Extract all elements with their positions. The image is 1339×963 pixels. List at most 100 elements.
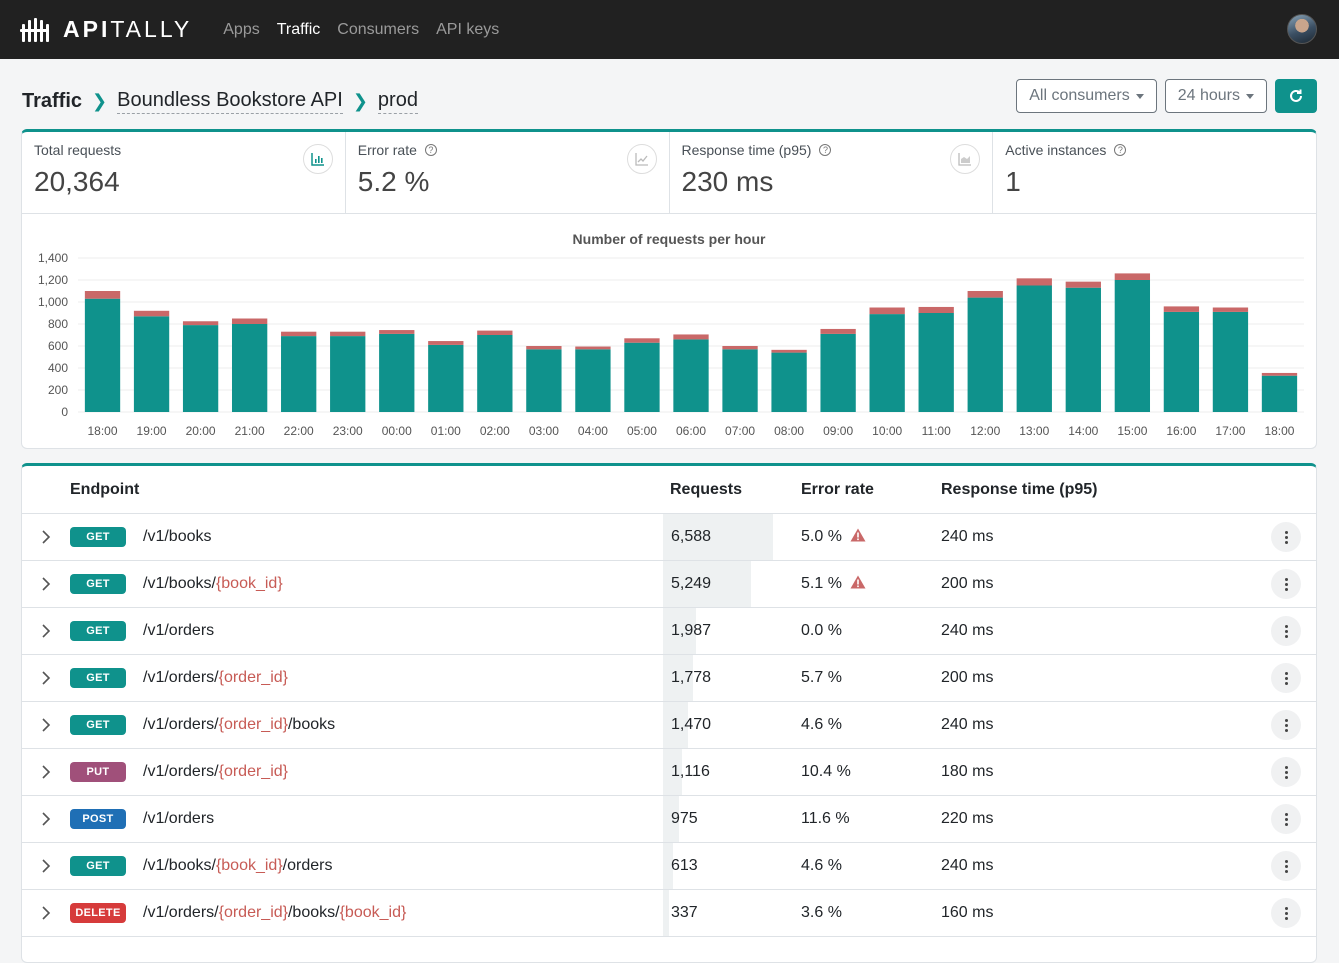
more-options-icon[interactable] bbox=[1271, 804, 1301, 834]
bar-failed[interactable] bbox=[477, 330, 513, 335]
bar-failed[interactable] bbox=[722, 346, 758, 350]
table-row[interactable]: GET/v1/books 6,588 5.0 % 240 ms bbox=[22, 514, 1316, 561]
bar-failed[interactable] bbox=[1163, 306, 1200, 312]
more-options-icon[interactable] bbox=[1271, 710, 1301, 740]
bar-failed[interactable] bbox=[820, 328, 856, 334]
expand-chevron[interactable] bbox=[22, 765, 70, 779]
more-options-icon[interactable] bbox=[1271, 522, 1301, 552]
refresh-button[interactable] bbox=[1275, 79, 1317, 113]
table-row[interactable]: DELETE/v1/orders/{order_id}/books/{book_… bbox=[22, 890, 1316, 937]
bar-successful[interactable] bbox=[1261, 375, 1298, 412]
expand-chevron[interactable] bbox=[22, 671, 70, 685]
help-icon[interactable]: ? bbox=[819, 144, 832, 156]
more-options-icon[interactable] bbox=[1271, 569, 1301, 599]
bar-failed[interactable] bbox=[673, 334, 709, 340]
header-requests[interactable]: Requests bbox=[663, 466, 801, 513]
apitally-logo[interactable]: APITALLY bbox=[20, 16, 192, 43]
bar-successful[interactable] bbox=[526, 349, 562, 412]
endpoint-path[interactable]: /v1/books/{book_id} bbox=[143, 575, 283, 593]
expand-chevron[interactable] bbox=[22, 577, 70, 591]
endpoint-path[interactable]: /v1/books bbox=[143, 528, 211, 546]
header-error-rate[interactable]: Error rate bbox=[801, 481, 941, 499]
consumers-dropdown[interactable]: All consumers bbox=[1016, 79, 1157, 113]
help-icon[interactable]: ? bbox=[424, 144, 437, 156]
bar-failed[interactable] bbox=[771, 349, 807, 353]
more-options-icon[interactable] bbox=[1271, 757, 1301, 787]
bar-successful[interactable] bbox=[428, 344, 464, 412]
bar-successful[interactable] bbox=[575, 349, 611, 412]
endpoint-path[interactable]: /v1/orders/{order_id} bbox=[143, 669, 288, 687]
more-options-icon[interactable] bbox=[1271, 663, 1301, 693]
table-row[interactable]: PUT/v1/orders/{order_id} 1,116 10.4 % 180 m… bbox=[22, 749, 1316, 796]
user-avatar[interactable] bbox=[1287, 14, 1317, 44]
expand-chevron[interactable] bbox=[22, 812, 70, 826]
bar-failed[interactable] bbox=[84, 291, 121, 299]
bar-successful[interactable] bbox=[84, 298, 121, 412]
more-options-icon[interactable] bbox=[1271, 851, 1301, 881]
bar-successful[interactable] bbox=[330, 336, 366, 412]
bar-successful[interactable] bbox=[281, 336, 317, 412]
bar-failed[interactable] bbox=[526, 346, 562, 350]
bar-failed[interactable] bbox=[182, 321, 219, 326]
bar-successful[interactable] bbox=[771, 352, 807, 412]
endpoint-path[interactable]: /v1/orders/{order_id}/books bbox=[143, 716, 335, 734]
endpoint-path[interactable]: /v1/orders bbox=[143, 622, 214, 640]
bar-successful[interactable] bbox=[379, 333, 415, 412]
bar-failed[interactable] bbox=[624, 338, 660, 343]
nav-traffic[interactable]: Traffic bbox=[277, 21, 321, 39]
bar-successful[interactable] bbox=[1114, 280, 1151, 412]
bar-failed[interactable] bbox=[1016, 278, 1052, 286]
bar-failed[interactable] bbox=[281, 331, 317, 337]
endpoint-path[interactable]: /v1/orders/{order_id} bbox=[143, 763, 288, 781]
bar-failed[interactable] bbox=[379, 330, 415, 334]
bar-failed[interactable] bbox=[231, 318, 268, 325]
expand-chevron[interactable] bbox=[22, 906, 70, 920]
bar-successful[interactable] bbox=[967, 297, 1003, 412]
bar-failed[interactable] bbox=[133, 310, 170, 317]
bar-successful[interactable] bbox=[673, 339, 709, 412]
nav-consumers[interactable]: Consumers bbox=[337, 21, 419, 39]
bar-failed[interactable] bbox=[918, 306, 954, 313]
bar-successful[interactable] bbox=[624, 342, 660, 412]
table-row[interactable]: GET/v1/books/{book_id}/orders 613 4.6 % 240… bbox=[22, 843, 1316, 890]
expand-chevron[interactable] bbox=[22, 859, 70, 873]
bar-failed[interactable] bbox=[575, 346, 611, 350]
bar-successful[interactable] bbox=[722, 349, 758, 412]
bar-successful[interactable] bbox=[820, 333, 856, 412]
bar-failed[interactable] bbox=[330, 331, 366, 337]
expand-chevron[interactable] bbox=[22, 530, 70, 544]
bar-successful[interactable] bbox=[1065, 287, 1101, 412]
bar-successful[interactable] bbox=[918, 313, 954, 412]
endpoint-path[interactable]: /v1/books/{book_id}/orders bbox=[143, 857, 332, 875]
bar-successful[interactable] bbox=[1212, 311, 1249, 412]
header-endpoint[interactable]: Endpoint bbox=[70, 481, 663, 499]
breadcrumb-env[interactable]: prod bbox=[377, 89, 418, 114]
help-icon[interactable]: ? bbox=[1114, 144, 1127, 156]
bar-successful[interactable] bbox=[477, 335, 513, 412]
bar-failed[interactable] bbox=[967, 291, 1003, 298]
nav-api-keys[interactable]: API keys bbox=[436, 21, 499, 39]
bar-failed[interactable] bbox=[428, 341, 464, 345]
table-row[interactable]: GET/v1/orders/{order_id} 1,778 5.7 % 200 ms bbox=[22, 655, 1316, 702]
more-options-icon[interactable] bbox=[1271, 898, 1301, 928]
bar-failed[interactable] bbox=[1261, 372, 1298, 376]
endpoint-path[interactable]: /v1/orders bbox=[143, 810, 214, 828]
bar-failed[interactable] bbox=[869, 307, 905, 315]
bar-successful[interactable] bbox=[133, 316, 170, 412]
nav-apps[interactable]: Apps bbox=[223, 21, 259, 39]
table-row[interactable]: GET/v1/books/{book_id} 5,249 5.1 % 200 ms bbox=[22, 561, 1316, 608]
table-row[interactable]: GET/v1/orders 1,987 0.0 % 240 ms bbox=[22, 608, 1316, 655]
bar-successful[interactable] bbox=[182, 325, 219, 412]
bar-failed[interactable] bbox=[1065, 281, 1101, 288]
breadcrumb-app[interactable]: Boundless Bookstore API bbox=[117, 89, 343, 114]
bar-successful[interactable] bbox=[231, 324, 268, 412]
table-row[interactable]: POST/v1/orders 975 11.6 % 220 ms bbox=[22, 796, 1316, 843]
expand-chevron[interactable] bbox=[22, 718, 70, 732]
bar-failed[interactable] bbox=[1114, 273, 1151, 280]
line-chart-icon[interactable] bbox=[626, 144, 657, 174]
bar-failed[interactable] bbox=[1212, 307, 1249, 312]
bar-successful[interactable] bbox=[869, 314, 905, 412]
header-response-time[interactable]: Response time (p95) bbox=[941, 481, 1316, 499]
endpoint-path[interactable]: /v1/orders/{order_id}/books/{book_id} bbox=[143, 904, 406, 922]
period-dropdown[interactable]: 24 hours bbox=[1164, 79, 1267, 113]
